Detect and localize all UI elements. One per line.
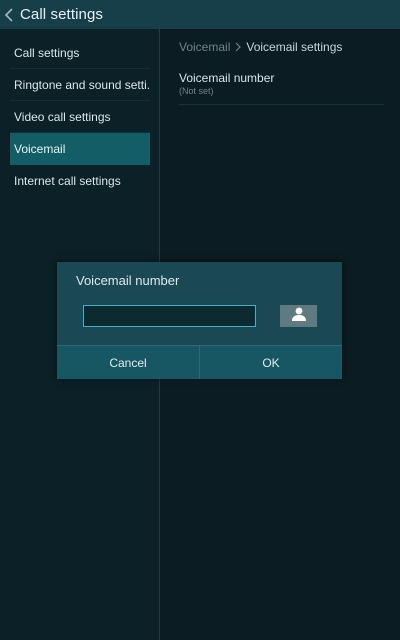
dialog-title: Voicemail number <box>76 273 180 288</box>
sidebar-item-internet-call[interactable]: Internet call settings <box>10 165 150 197</box>
breadcrumb: Voicemail Voicemail settings <box>179 40 342 54</box>
sidebar-item-voicemail[interactable]: Voicemail <box>10 133 150 165</box>
breadcrumb-current: Voicemail settings <box>246 40 343 54</box>
back-button[interactable] <box>0 0 20 29</box>
settings-menu: Call settings Ringtone and sound setti..… <box>10 37 150 197</box>
voicemail-number-dialog: Voicemail number Cancel OK <box>57 262 342 379</box>
person-icon <box>291 307 307 326</box>
cancel-button[interactable]: Cancel <box>57 346 200 379</box>
action-bar: Call settings <box>0 0 400 29</box>
ok-button[interactable]: OK <box>200 346 342 379</box>
sidebar-item-video-call[interactable]: Video call settings <box>10 101 150 133</box>
page-title: Call settings <box>20 6 104 23</box>
breadcrumb-parent[interactable]: Voicemail <box>179 40 230 54</box>
chevron-right-icon <box>235 42 242 52</box>
pref-summary: (Not set) <box>179 86 214 96</box>
sidebar-item-ringtone-sound[interactable]: Ringtone and sound setti.. <box>10 69 150 101</box>
voicemail-number-pref[interactable]: Voicemail number (Not set) <box>179 71 384 105</box>
pref-title: Voicemail number <box>179 71 275 85</box>
dialog-button-bar: Cancel OK <box>57 345 342 379</box>
voicemail-number-input[interactable] <box>83 305 256 327</box>
sidebar-item-call-settings[interactable]: Call settings <box>10 37 150 69</box>
contacts-button[interactable] <box>280 305 317 327</box>
chevron-left-icon <box>4 7 14 23</box>
